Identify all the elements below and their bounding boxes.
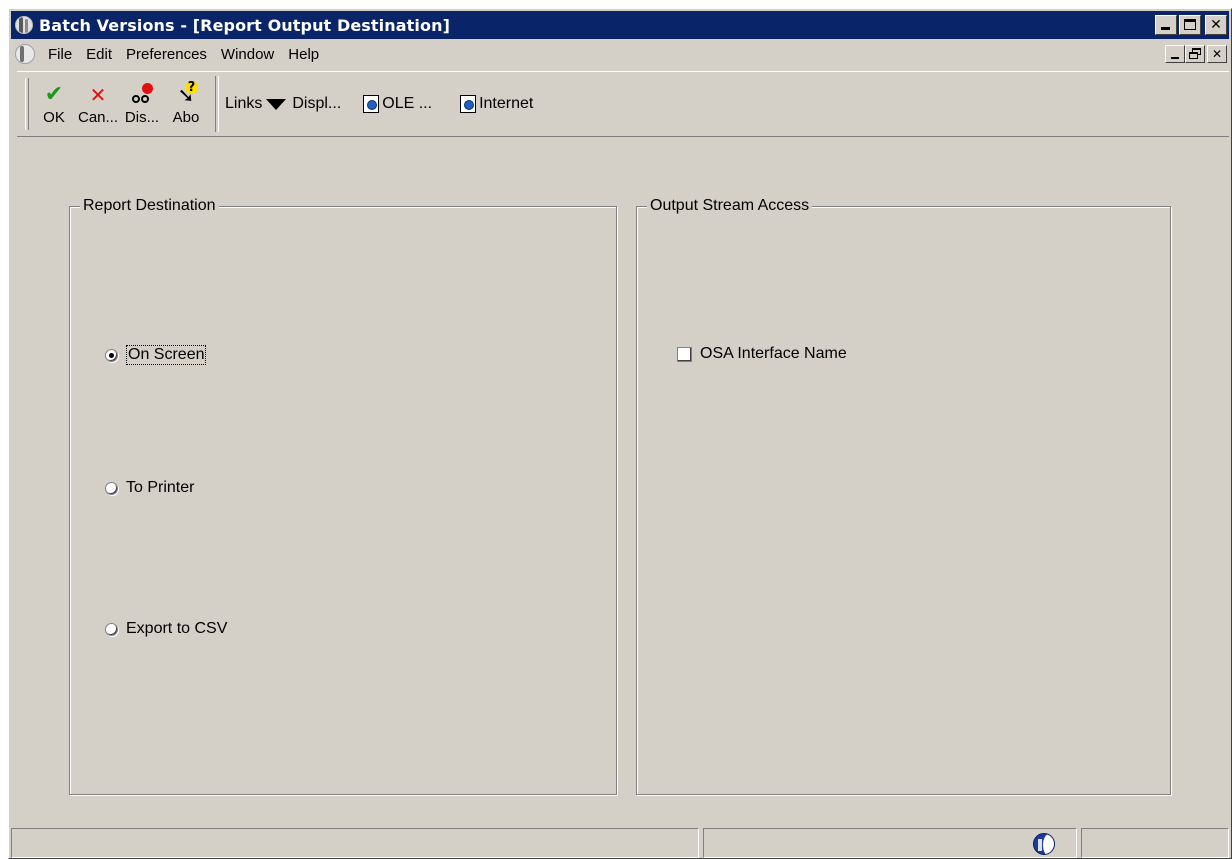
radio-button[interactable] xyxy=(105,481,118,495)
osa-interface-label: OSA Interface Name xyxy=(700,345,847,362)
radio-export-csv[interactable]: Export to CSV xyxy=(105,620,227,638)
menu-preferences[interactable]: Preferences xyxy=(119,46,214,63)
window-controls: ✕ xyxy=(1155,15,1227,35)
doc-close-button[interactable]: ✕ xyxy=(1207,45,1227,63)
display-menu-button[interactable]: Displ... xyxy=(256,72,341,136)
minimize-icon xyxy=(1171,57,1179,59)
glasses-icon xyxy=(130,82,154,107)
document-globe-icon xyxy=(460,95,477,113)
report-destination-legend: Report Destination xyxy=(80,196,219,216)
output-stream-group: Output Stream Access OSA Interface Name xyxy=(636,196,1171,795)
radio-label: Export to CSV xyxy=(126,620,228,637)
status-pane-right xyxy=(1081,828,1229,858)
check-icon: ✔ xyxy=(44,82,64,107)
radio-on-screen[interactable]: On Screen xyxy=(105,345,207,365)
ole-button[interactable]: OLE ... xyxy=(363,72,432,136)
radio-to-printer[interactable]: To Printer xyxy=(105,479,194,497)
internet-button[interactable]: Internet xyxy=(460,72,533,136)
display-label: Dis... xyxy=(124,108,160,126)
menu-edit[interactable]: Edit xyxy=(79,46,119,63)
radio-label: To Printer xyxy=(126,479,195,496)
about-label: Abo xyxy=(172,108,200,126)
osa-interface-checkbox[interactable] xyxy=(677,346,692,362)
pointer-question-icon: ➘? xyxy=(174,80,198,107)
status-bar xyxy=(11,824,1229,858)
ole-label: OLE ... xyxy=(382,95,433,112)
app-window: Batch Versions - [Report Output Destinat… xyxy=(8,8,1232,859)
status-pane-secondary xyxy=(703,828,1077,858)
internet-label: Internet xyxy=(479,95,534,112)
about-button[interactable]: ➘? Abo xyxy=(165,72,207,136)
radio-button[interactable] xyxy=(105,622,118,636)
window-title: Batch Versions - [Report Output Destinat… xyxy=(39,15,450,35)
report-destination-group: Report Destination On Screen To Printer … xyxy=(69,196,617,795)
cancel-button[interactable]: ✕ Can... xyxy=(77,72,119,136)
restore-icon-back xyxy=(1189,52,1198,59)
toolbar-separator xyxy=(215,76,219,132)
triangle-down-icon xyxy=(266,98,287,110)
ok-button[interactable]: ✔ OK xyxy=(33,72,75,136)
status-pane-main xyxy=(11,828,699,858)
radio-button[interactable] xyxy=(105,348,118,362)
menu-file[interactable]: File xyxy=(41,46,79,63)
doc-minimize-button[interactable] xyxy=(1165,45,1185,63)
close-icon: ✕ xyxy=(1210,17,1222,33)
globe-icon xyxy=(1033,833,1055,855)
x-icon: ✕ xyxy=(89,82,107,107)
toolbar-grip[interactable] xyxy=(25,78,29,130)
document-globe-icon xyxy=(363,95,380,113)
document-window-controls: ✕ xyxy=(1165,45,1227,63)
display-button[interactable]: Dis... xyxy=(121,72,163,136)
minimize-icon xyxy=(1161,27,1170,30)
doc-restore-button[interactable] xyxy=(1185,45,1205,63)
cancel-label: Can... xyxy=(77,108,119,126)
output-stream-legend: Output Stream Access xyxy=(647,196,813,216)
maximize-icon xyxy=(1184,19,1196,30)
minimize-button[interactable] xyxy=(1155,15,1177,35)
globe-icon xyxy=(15,16,33,34)
menu-window[interactable]: Window xyxy=(214,46,281,63)
ok-label: OK xyxy=(43,108,65,126)
display-menu-label: Displ... xyxy=(292,95,342,112)
toolbar: ✔ OK ✕ Can... Dis... ➘? Abo Links Displ.… xyxy=(17,71,1229,137)
close-icon: ✕ xyxy=(1211,47,1223,61)
close-button[interactable]: ✕ xyxy=(1205,15,1227,35)
menu-bar: File Edit Preferences Window Help ✕ xyxy=(11,41,1229,67)
globe-icon[interactable] xyxy=(15,44,35,64)
menu-help[interactable]: Help xyxy=(281,46,326,63)
osa-interface-checkbox-row[interactable]: OSA Interface Name xyxy=(677,345,847,363)
radio-label: On Screen xyxy=(126,345,207,365)
maximize-button[interactable] xyxy=(1179,15,1201,35)
title-bar[interactable]: Batch Versions - [Report Output Destinat… xyxy=(11,11,1229,39)
